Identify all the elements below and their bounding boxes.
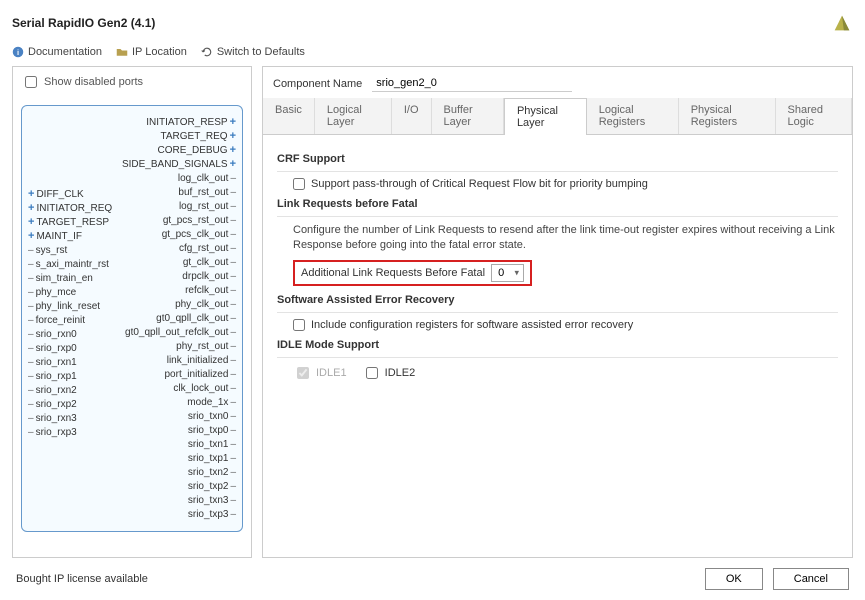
ip-block-diagram: +DIFF_CLK+INITIATOR_REQ+TARGET_RESP+MAIN… bbox=[21, 105, 243, 532]
port-out-gt0_qpll_clk_out: gt0_qpll_clk_out– bbox=[156, 312, 236, 325]
link-req-highlight: Additional Link Requests Before Fatal 0 … bbox=[293, 260, 532, 286]
port-in-phy_mce: –phy_mce bbox=[28, 286, 76, 299]
port-out-clk_lock_out: clk_lock_out– bbox=[173, 382, 236, 395]
ip-location-link[interactable]: IP Location bbox=[116, 46, 187, 58]
port-out-INITIATOR_RESP: INITIATOR_RESP+ bbox=[146, 116, 236, 129]
port-out-TARGET_REQ: TARGET_REQ+ bbox=[161, 130, 236, 143]
port-in-TARGET_RESP: +TARGET_RESP bbox=[28, 216, 109, 229]
port-in-srio_rxp2: –srio_rxp2 bbox=[28, 398, 77, 411]
port-out-mode_1x: mode_1x– bbox=[187, 396, 236, 409]
documentation-link[interactable]: i Documentation bbox=[12, 46, 102, 58]
info-icon: i bbox=[12, 46, 24, 58]
port-out-srio_txp1: srio_txp1– bbox=[188, 452, 236, 465]
port-in-srio_rxn1: –srio_rxn1 bbox=[28, 356, 77, 369]
switch-defaults-link[interactable]: Switch to Defaults bbox=[201, 46, 305, 58]
port-out-srio_txn1: srio_txn1– bbox=[188, 438, 236, 451]
tab-physical-layer[interactable]: Physical Layer bbox=[504, 98, 587, 135]
port-out-gt_pcs_rst_out: gt_pcs_rst_out– bbox=[163, 214, 236, 227]
crf-passthrough-checkbox[interactable] bbox=[293, 178, 305, 190]
tab-logical-registers[interactable]: Logical Registers bbox=[587, 98, 679, 134]
port-in-srio_rxn2: –srio_rxn2 bbox=[28, 384, 77, 397]
port-out-gt0_qpll_out_refclk_out: gt0_qpll_out_refclk_out– bbox=[125, 326, 236, 339]
folder-icon bbox=[116, 46, 128, 58]
sw-err-section-title: Software Assisted Error Recovery bbox=[277, 294, 838, 306]
link-req-select[interactable]: 0 bbox=[491, 264, 524, 282]
port-out-srio_txp3: srio_txp3– bbox=[188, 508, 236, 521]
license-status: Bought IP license available bbox=[16, 573, 148, 585]
tab-buffer-layer[interactable]: Buffer Layer bbox=[432, 98, 504, 134]
sw-err-label: Include configuration registers for soft… bbox=[311, 319, 633, 331]
port-out-srio_txn2: srio_txn2– bbox=[188, 466, 236, 479]
port-in-MAINT_IF: +MAINT_IF bbox=[28, 230, 82, 243]
tab-logical-layer[interactable]: Logical Layer bbox=[315, 98, 392, 134]
port-in-srio_rxp0: –srio_rxp0 bbox=[28, 342, 77, 355]
tab-i/o[interactable]: I/O bbox=[392, 98, 432, 134]
port-in-srio_rxp3: –srio_rxp3 bbox=[28, 426, 77, 439]
cancel-button[interactable]: Cancel bbox=[773, 568, 849, 590]
block-design-panel: Show disabled ports +DIFF_CLK+INITIATOR_… bbox=[12, 66, 252, 558]
port-out-refclk_out: refclk_out– bbox=[185, 284, 236, 297]
port-in-s_axi_maintr_rst: –s_axi_maintr_rst bbox=[28, 258, 109, 271]
port-out-srio_txn0: srio_txn0– bbox=[188, 410, 236, 423]
port-out-srio_txp2: srio_txp2– bbox=[188, 480, 236, 493]
link-req-description: Configure the number of Link Requests to… bbox=[293, 223, 838, 254]
refresh-icon bbox=[201, 46, 213, 58]
port-out-log_clk_out: log_clk_out– bbox=[178, 172, 236, 185]
idle1-label: IDLE1 bbox=[316, 367, 347, 379]
port-out-srio_txn3: srio_txn3– bbox=[188, 494, 236, 507]
idle1-checkbox bbox=[297, 367, 309, 379]
component-name-input[interactable] bbox=[372, 75, 572, 92]
link-req-field-label: Additional Link Requests Before Fatal bbox=[301, 267, 485, 279]
port-out-srio_txp0: srio_txp0– bbox=[188, 424, 236, 437]
tab-physical-registers[interactable]: Physical Registers bbox=[679, 98, 776, 134]
idle2-label: IDLE2 bbox=[385, 367, 416, 379]
port-out-link_initialized: link_initialized– bbox=[167, 354, 236, 367]
port-in-DIFF_CLK: +DIFF_CLK bbox=[28, 188, 84, 201]
app-logo-icon bbox=[831, 12, 853, 34]
port-out-log_rst_out: log_rst_out– bbox=[179, 200, 236, 213]
sw-err-checkbox[interactable] bbox=[293, 319, 305, 331]
port-out-phy_clk_out: phy_clk_out– bbox=[175, 298, 236, 311]
ok-button[interactable]: OK bbox=[705, 568, 763, 590]
config-panel: Component Name BasicLogical LayerI/OBuff… bbox=[262, 66, 853, 558]
port-out-cfg_rst_out: cfg_rst_out– bbox=[179, 242, 236, 255]
crf-section-title: CRF Support bbox=[277, 153, 838, 165]
port-in-srio_rxn0: –srio_rxn0 bbox=[28, 328, 77, 341]
port-in-INITIATOR_REQ: +INITIATOR_REQ bbox=[28, 202, 112, 215]
component-name-label: Component Name bbox=[273, 78, 362, 90]
port-out-phy_rst_out: phy_rst_out– bbox=[176, 340, 236, 353]
ip-location-label: IP Location bbox=[132, 46, 187, 58]
port-out-gt_pcs_clk_out: gt_pcs_clk_out– bbox=[162, 228, 236, 241]
port-in-sys_rst: –sys_rst bbox=[28, 244, 67, 257]
port-in-force_reinit: –force_reinit bbox=[28, 314, 85, 327]
port-out-SIDE_BAND_SIGNALS: SIDE_BAND_SIGNALS+ bbox=[122, 158, 236, 171]
port-in-srio_rxp1: –srio_rxp1 bbox=[28, 370, 77, 383]
tab-shared-logic[interactable]: Shared Logic bbox=[776, 98, 852, 134]
port-in-sim_train_en: –sim_train_en bbox=[28, 272, 93, 285]
show-disabled-ports-checkbox[interactable] bbox=[25, 76, 37, 88]
port-out-gt_clk_out: gt_clk_out– bbox=[183, 256, 236, 269]
page-title: Serial RapidIO Gen2 (4.1) bbox=[12, 16, 155, 30]
port-out-buf_rst_out: buf_rst_out– bbox=[178, 186, 236, 199]
link-req-section-title: Link Requests before Fatal bbox=[277, 198, 838, 210]
svg-text:i: i bbox=[17, 48, 19, 57]
port-in-phy_link_reset: –phy_link_reset bbox=[28, 300, 100, 313]
switch-defaults-label: Switch to Defaults bbox=[217, 46, 305, 58]
show-disabled-ports-label: Show disabled ports bbox=[44, 76, 143, 88]
tab-basic[interactable]: Basic bbox=[263, 98, 315, 134]
crf-passthrough-label: Support pass-through of Critical Request… bbox=[311, 178, 648, 190]
port-in-srio_rxn3: –srio_rxn3 bbox=[28, 412, 77, 425]
port-out-drpclk_out: drpclk_out– bbox=[182, 270, 236, 283]
port-out-CORE_DEBUG: CORE_DEBUG+ bbox=[158, 144, 236, 157]
port-out-port_initialized: port_initialized– bbox=[165, 368, 237, 381]
documentation-label: Documentation bbox=[28, 46, 102, 58]
idle-section-title: IDLE Mode Support bbox=[277, 339, 838, 351]
idle2-checkbox[interactable] bbox=[366, 367, 378, 379]
